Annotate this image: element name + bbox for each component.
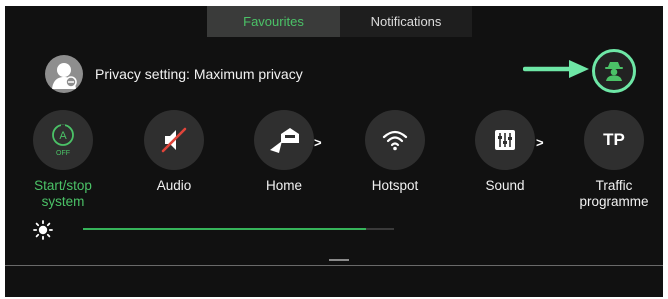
tile-traffic-programme[interactable]: TP Traffic programme (573, 110, 655, 210)
start-stop-glyph: A (59, 130, 67, 142)
tile-label-hotspot: Hotspot (371, 178, 419, 193)
sound-button[interactable] (475, 110, 535, 170)
wifi-icon (382, 130, 408, 151)
tab-bar: Favourites Notifications (207, 6, 472, 37)
tp-icon: TP (603, 130, 625, 149)
brightness-slider-fill (83, 228, 366, 230)
bottom-divider (5, 265, 663, 266)
panel-drag-handle[interactable] (329, 259, 349, 261)
privacy-setting-row[interactable]: Privacy setting: Maximum privacy (45, 54, 303, 94)
tile-sound[interactable]: Sound (464, 110, 546, 194)
start-stop-off-icon: A OFF (52, 124, 74, 157)
tab-notifications[interactable]: Notifications (340, 6, 472, 37)
tile-label-start-stop: Start/stop system (34, 178, 92, 209)
tab-favourites[interactable]: Favourites (207, 6, 340, 37)
traffic-programme-button[interactable]: TP (584, 110, 644, 170)
tile-label-sound: Sound (485, 178, 525, 193)
incognito-user-icon (605, 62, 623, 81)
brightness-icon (33, 220, 53, 240)
annotation-arrow-icon (523, 60, 589, 78)
home-button[interactable] (254, 110, 314, 170)
user-privacy-icon (45, 55, 83, 93)
tile-home[interactable]: Home (243, 110, 325, 194)
start-stop-off-label: OFF (56, 150, 70, 157)
privacy-status-button[interactable] (592, 49, 636, 93)
tile-hotspot[interactable]: Hotspot (354, 110, 436, 194)
equalizer-icon (495, 130, 515, 150)
tile-label-audio: Audio (156, 178, 192, 193)
quick-settings-panel: Favourites Notifications Privacy setting… (5, 6, 663, 297)
brightness-slider[interactable] (83, 228, 394, 230)
tile-audio[interactable]: Audio (133, 110, 215, 194)
tile-label-traffic-programme: Traffic programme (579, 178, 649, 209)
tile-start-stop-system[interactable]: A OFF Start/stop system (22, 110, 104, 210)
start-stop-button[interactable]: A OFF (33, 110, 93, 170)
home-navigation-icon (270, 128, 299, 153)
home-chevron-icon[interactable]: > (314, 135, 322, 150)
sound-chevron-icon[interactable]: > (536, 135, 544, 150)
hotspot-button[interactable] (365, 110, 425, 170)
audio-muted-icon (161, 127, 187, 153)
tile-label-home: Home (265, 178, 302, 193)
audio-button[interactable] (144, 110, 204, 170)
privacy-setting-label: Privacy setting: Maximum privacy (95, 66, 303, 82)
